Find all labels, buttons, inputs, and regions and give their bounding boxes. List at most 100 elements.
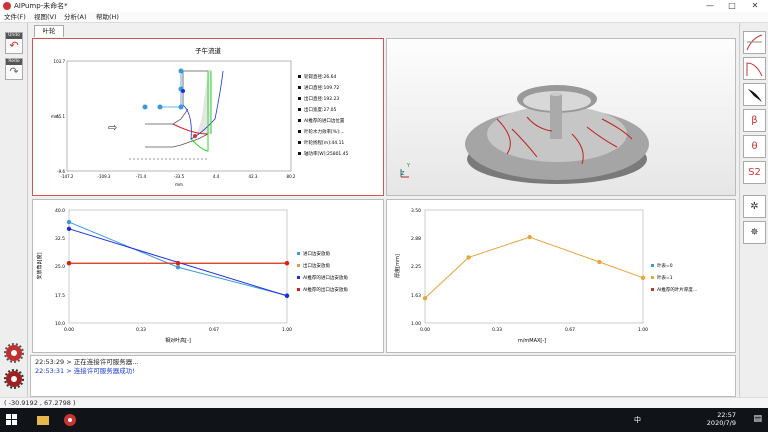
meridional-plot[interactable]: 子午流道 103.7 45.1 -9.6 mm -147.2 -109.3 -7… (33, 39, 383, 195)
hub-top (550, 92, 562, 96)
left-toolbar: Undo ↶ Redo ↷ (0, 23, 28, 397)
data-point[interactable] (422, 295, 428, 301)
x-tick: 0.33 (136, 327, 146, 333)
data-point[interactable] (175, 265, 181, 270)
s2-button[interactable]: S2 (743, 161, 766, 184)
plot-frame (66, 60, 292, 172)
shape-tool-button[interactable] (743, 57, 766, 80)
control-point[interactable] (193, 134, 197, 138)
x-tick: 0.00 (420, 327, 430, 333)
window-title: AIPump-未命名* (14, 2, 68, 10)
ime-indicator[interactable]: 中 (634, 415, 641, 425)
menu-file[interactable]: 文件(F) (4, 12, 26, 23)
blade-angle-chart[interactable]: 安放角β[度] 相对叶高[-] 40.0 32.5 25.0 17.5 10.0… (33, 200, 383, 352)
beta-button[interactable]: β (743, 109, 766, 132)
theta-button[interactable]: θ (743, 135, 766, 158)
blade-angle-chart-panel[interactable]: 安放角β[度] 相对叶高[-] 40.0 32.5 25.0 17.5 10.0… (32, 199, 384, 353)
y-tick: 40.0 (55, 208, 65, 214)
x-tick: -147.2 (61, 174, 74, 179)
data-point[interactable] (175, 260, 181, 266)
clock-time: 22:57 (717, 411, 736, 419)
clock-date: 2020/7/9 (706, 419, 736, 427)
x-tick: 0.00 (64, 327, 74, 333)
impeller-3d-render[interactable]: Z Y (387, 39, 735, 195)
series-line (424, 236, 644, 299)
x-tick: 1.00 (638, 327, 648, 333)
taskbar: 中 22:57 2020/7/9 ▤ (0, 408, 768, 432)
blade-tool-icon (748, 89, 762, 102)
control-point[interactable] (181, 89, 185, 93)
undo-arrow-icon: ↶ (9, 39, 19, 52)
x-axis-label: 相对叶高[-] (165, 337, 191, 344)
undo-button[interactable]: Undo ↶ (5, 32, 23, 54)
blade-thickness-chart-panel[interactable]: 厚度[mm] m/mMAX[-] 3.50 2.88 2.25 1.63 1.0… (386, 199, 736, 353)
log-line: 22:53:31 > 连接许可服务器成功! (35, 367, 731, 376)
windows-start-icon[interactable] (6, 414, 18, 426)
x-tick: 1.00 (282, 327, 292, 333)
redo-button[interactable]: Redo ↷ (5, 58, 23, 80)
menu-analysis[interactable]: 分析(A) (64, 12, 87, 23)
pinwheel-icon: ✵ (750, 227, 759, 238)
impeller-view-button[interactable]: ✲ (743, 195, 766, 218)
y-tick: 1.00 (411, 321, 421, 327)
y-axis-label: mm (51, 114, 59, 119)
meridional-panel[interactable]: 子午流道 103.7 45.1 -9.6 mm -147.2 -109.3 -7… (32, 38, 384, 196)
minimize-button[interactable]: — (700, 0, 720, 12)
gear-run-icon[interactable] (4, 369, 24, 389)
hub-line (145, 133, 209, 148)
x-tick: 80.2 (287, 174, 296, 179)
clock[interactable]: 22:57 2020/7/9 (707, 411, 736, 427)
data-point[interactable] (527, 234, 532, 240)
data-point[interactable] (466, 255, 471, 260)
y-tick: 2.88 (411, 236, 421, 242)
folder-icon[interactable] (36, 413, 50, 427)
menu-bar: 文件(F) 视图(V) 分析(A) 帮助(H) (0, 12, 768, 23)
x-tick: 42.3 (249, 174, 258, 179)
y-tick: 10.0 (55, 321, 65, 327)
param: 出口直径:192.23 (304, 95, 339, 102)
close-button[interactable]: ✕ (745, 0, 765, 12)
axis-z-label: Z (401, 171, 405, 177)
data-point[interactable] (284, 293, 290, 299)
data-point[interactable] (66, 226, 72, 232)
menu-help[interactable]: 帮助(H) (96, 12, 119, 23)
log-console: 22:53:29 > 正在连接许可服务器... 22:53:31 > 连接许可服… (30, 355, 736, 397)
notification-icon[interactable]: ▤ (753, 414, 762, 424)
data-point[interactable] (66, 219, 72, 225)
gear-icon[interactable] (4, 343, 24, 363)
meridional-title: 子午流道 (195, 46, 222, 55)
blade-thickness-chart[interactable]: 厚度[mm] m/mMAX[-] 3.50 2.88 2.25 1.63 1.0… (387, 200, 735, 352)
param: 进口直径:109.72 (304, 84, 339, 91)
y-tick: 2.25 (411, 264, 421, 270)
app-icon (3, 2, 11, 10)
legend-item: AI推荐的出口边安放角 (303, 286, 348, 293)
x-tick: 0.33 (492, 327, 502, 333)
plot-frame (424, 209, 644, 324)
log-line: 22:53:29 > 正在连接许可服务器... (35, 358, 731, 367)
maximize-button[interactable]: □ (722, 0, 742, 12)
blade-tool-button[interactable] (743, 83, 766, 106)
meridional-tool-button[interactable] (743, 31, 766, 54)
fan-icon: ✲ (750, 201, 759, 212)
arrow-icon: ⇨ (108, 121, 117, 134)
y-axis-label: 厚度[mm] (394, 254, 401, 278)
x-tick: 0.67 (565, 327, 575, 333)
status-bar: ( -30.9192 , 67.2798 ) (0, 397, 768, 408)
data-point[interactable] (284, 260, 290, 266)
legend-item: 叶表=1 (657, 274, 673, 281)
menu-view[interactable]: 视图(V) (34, 12, 57, 23)
data-point[interactable] (640, 275, 646, 280)
tab-impeller[interactable]: 叶轮 (34, 25, 64, 37)
control-point[interactable] (178, 104, 184, 110)
shroud-line (145, 108, 189, 125)
legend-item: AI推荐的进口边安放角 (303, 274, 348, 281)
aipump-taskbar-icon[interactable] (62, 412, 78, 428)
control-point[interactable] (157, 104, 163, 110)
control-point[interactable] (178, 68, 184, 74)
control-point[interactable] (142, 104, 148, 110)
data-point[interactable] (597, 259, 602, 265)
impeller-3d-view[interactable]: Z Y (386, 38, 736, 196)
data-point[interactable] (66, 260, 72, 266)
blade-shape (195, 69, 211, 134)
volute-view-button[interactable]: ✵ (743, 221, 766, 244)
